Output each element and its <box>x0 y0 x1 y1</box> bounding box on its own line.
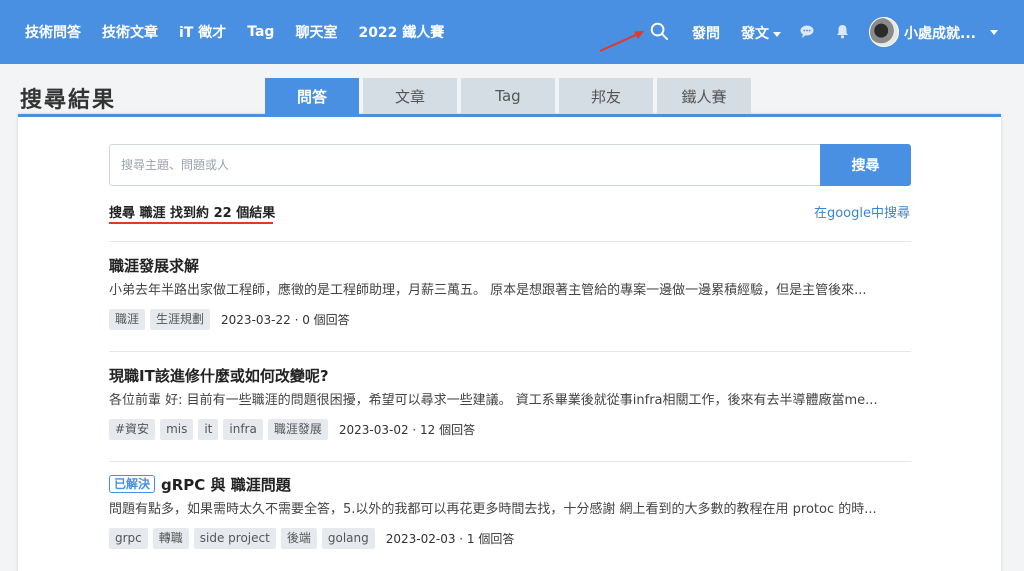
avatar[interactable] <box>869 17 899 47</box>
result-meta: #資安 mis it infra 職涯發展 2023-03-02 · 12 個回… <box>109 419 911 440</box>
result-date-answers: 2023-03-22 · 0 個回答 <box>221 313 350 327</box>
nav-link-ironman[interactable]: 2022 鐵人賽 <box>358 22 444 42</box>
tab-members[interactable]: 邦友 <box>559 78 653 114</box>
search-icon[interactable] <box>650 22 669 41</box>
tag-chip[interactable]: infra <box>223 419 263 440</box>
nav-link-jobs[interactable]: iT 徵才 <box>179 22 226 42</box>
chevron-down-icon <box>773 31 781 37</box>
tag-chip[interactable]: 生涯規劃 <box>150 309 211 330</box>
tab-ironman[interactable]: 鐵人賽 <box>657 78 751 114</box>
result-meta: 職涯 生涯規劃 2023-03-22 · 0 個回答 <box>109 309 911 330</box>
divider <box>109 351 911 352</box>
result-item: 職涯發展求解 小弟去年半路出家做工程師，應徵的是工程師助理，月薪三萬五。 原本是… <box>109 255 911 330</box>
tag-chip[interactable]: mis <box>160 419 194 440</box>
page-title: 搜尋結果 <box>20 88 117 113</box>
tag-chip[interactable]: 後端 <box>280 528 317 549</box>
user-menu-chevron-icon[interactable] <box>990 30 998 35</box>
result-snippet: 問題有點多，如果需時太久不需要全答，5.以外的我都可以再花更多時間去找，十分感謝… <box>109 502 877 517</box>
main-nav: 技術問答 技術文章 iT 徵才 Tag 聊天室 2022 鐵人賽 <box>25 22 465 42</box>
tag-chip[interactable]: 職涯 <box>109 309 146 330</box>
tab-underline <box>18 114 1001 117</box>
search-input[interactable] <box>109 144 820 186</box>
tag-chip[interactable]: 轉職 <box>152 528 189 549</box>
result-title-link[interactable]: 職涯發展求解 <box>109 255 911 275</box>
chat-bubble-icon[interactable] <box>800 25 814 38</box>
result-date-answers: 2023-03-02 · 12 個回答 <box>338 423 476 437</box>
ask-question-link[interactable]: 發問 <box>692 23 720 43</box>
result-summary: 搜尋 職涯 找到約 22 個結果 <box>109 206 276 221</box>
result-date-answers: 2023-02-03 · 1 個回答 <box>385 532 515 546</box>
result-title[interactable]: 現職IT該進修什麼或如何改變呢? <box>109 365 329 386</box>
divider <box>109 241 911 242</box>
post-label: 發文 <box>741 26 769 42</box>
search-bar: 搜尋 <box>109 144 911 186</box>
result-item: 現職IT該進修什麼或如何改變呢? 各位前輩 好: 目前有一些職涯的問題很困擾，希… <box>109 365 911 440</box>
google-search-link[interactable]: 在google中搜尋 <box>814 202 910 221</box>
nav-link-articles[interactable]: 技術文章 <box>102 22 158 42</box>
tab-qa[interactable]: 問答 <box>265 78 359 114</box>
result-title-link[interactable]: 已解決 gRPC 與 職涯問題 <box>109 474 911 494</box>
solved-badge: 已解決 <box>109 475 156 493</box>
annotation-arrow-icon <box>599 31 644 52</box>
result-title[interactable]: 職涯發展求解 <box>109 255 199 276</box>
result-title-link[interactable]: 現職IT該進修什麼或如何改變呢? <box>109 365 911 385</box>
result-snippet: 各位前輩 好: 目前有一些職涯的問題很困擾，希望可以尋求一些建議。 資工系畢業後… <box>109 393 878 408</box>
result-item: 已解決 gRPC 與 職涯問題 問題有點多，如果需時太久不需要全答，5.以外的我… <box>109 474 911 549</box>
nav-link-tag[interactable]: Tag <box>247 24 274 40</box>
result-title[interactable]: gRPC 與 職涯問題 <box>161 474 291 495</box>
tag-chip[interactable]: #資安 <box>109 419 156 440</box>
bell-icon[interactable] <box>836 24 849 39</box>
tag-chip[interactable]: side project <box>193 528 276 549</box>
search-button[interactable]: 搜尋 <box>820 144 911 186</box>
annotation-underline <box>109 222 273 224</box>
post-dropdown[interactable]: 發文 <box>741 23 781 43</box>
tag-chip[interactable]: grpc <box>109 528 148 549</box>
tag-chip[interactable]: 職涯發展 <box>267 419 328 440</box>
search-tabs: 問答 文章 Tag 邦友 鐵人賽 <box>265 78 751 114</box>
result-snippet: 小弟去年半路出家做工程師，應徵的是工程師助理，月薪三萬五。 原本是想跟著主管給的… <box>109 283 867 298</box>
tab-tag[interactable]: Tag <box>461 78 555 114</box>
tag-chip[interactable]: it <box>198 419 219 440</box>
divider <box>109 461 911 462</box>
nav-link-qa[interactable]: 技術問答 <box>25 22 81 42</box>
tag-chip[interactable]: golang <box>321 528 375 549</box>
username-label[interactable]: 小處成就... <box>904 23 976 43</box>
nav-link-chatroom[interactable]: 聊天室 <box>295 22 337 42</box>
result-meta: grpc 轉職 side project 後端 golang 2023-02-0… <box>109 528 911 549</box>
tab-articles[interactable]: 文章 <box>363 78 457 114</box>
